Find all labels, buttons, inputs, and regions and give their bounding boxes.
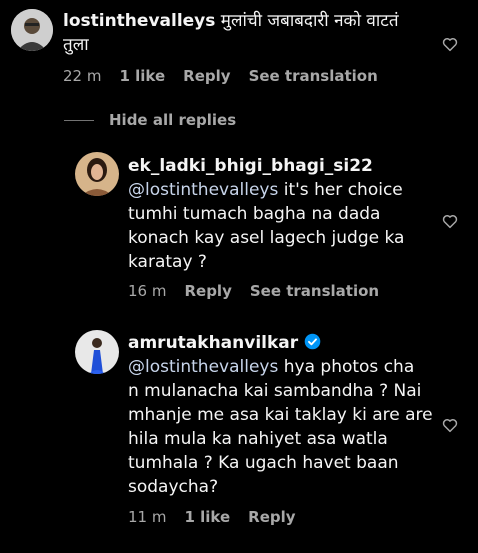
heart-icon[interactable] <box>441 416 459 434</box>
verified-badge-icon <box>304 333 320 350</box>
reply-username[interactable]: ek_ladki_bhigi_bhagi_si22 <box>128 156 373 176</box>
reply-text-line: karatay ? <box>128 252 207 272</box>
reply-time: 16 m <box>128 282 167 300</box>
reply-button[interactable]: Reply <box>248 508 295 526</box>
comment-text-line2: तुला <box>63 35 89 55</box>
replies-divider <box>64 120 94 121</box>
reply-text-line: sodaycha? <box>128 477 219 497</box>
reply-username[interactable]: amrutakhanvilkar <box>128 333 298 353</box>
heart-icon[interactable] <box>441 212 459 230</box>
reply-text-first: hya photos cha <box>278 357 415 377</box>
reply-text-line: mhanje me asa kai taklay ki are are <box>128 405 433 425</box>
reply-time: 11 m <box>128 508 167 526</box>
reply-text-line: tumhi tumach bagha na dada <box>128 204 381 224</box>
reply-text-first: it's her choice <box>278 180 403 200</box>
avatar-image <box>11 9 53 51</box>
reply-button[interactable]: Reply <box>183 67 230 85</box>
reply-mention[interactable]: @lostinthevalleys <box>128 180 278 200</box>
reply-text: amrutakhanvilkar @lostinthevalleys hya p… <box>128 331 448 499</box>
comment-text: lostinthevalleys मुलांची जबाबदारी नको वा… <box>63 9 443 57</box>
reply-avatar[interactable] <box>75 152 119 196</box>
avatar-image <box>75 152 119 196</box>
hide-replies-button[interactable]: Hide all replies <box>109 111 236 129</box>
reply-text-line: hila mula ka nahiyet asa watla <box>128 429 388 449</box>
reply-text-line: n mulanacha kai sambandha ? Nai <box>128 381 422 401</box>
reply-avatar[interactable] <box>75 330 119 374</box>
comment-meta: 22 m 1 like Reply See translation <box>63 67 378 85</box>
see-translation-button[interactable]: See translation <box>250 282 379 300</box>
avatar-image <box>75 330 119 374</box>
reply-button[interactable]: Reply <box>184 282 231 300</box>
comment-time: 22 m <box>63 67 102 85</box>
comment-text-inline: मुलांची जबाबदारी नको वाटतं <box>220 11 399 31</box>
reply-text-line: konach kay asel lagech judge ka <box>128 228 405 248</box>
reply-likes[interactable]: 1 like <box>184 508 230 526</box>
reply-text-line: tumhala ? Ka ugach havet baan <box>128 453 399 473</box>
reply-meta: 11 m 1 like Reply <box>128 508 296 526</box>
reply-text: ek_ladki_bhigi_bhagi_si22 @lostinthevall… <box>128 154 438 274</box>
comment-username[interactable]: lostinthevalleys <box>63 11 215 31</box>
see-translation-button[interactable]: See translation <box>249 67 378 85</box>
reply-meta: 16 m Reply See translation <box>128 282 379 300</box>
comment-likes[interactable]: 1 like <box>119 67 165 85</box>
avatar[interactable] <box>11 9 53 51</box>
heart-icon[interactable] <box>441 35 459 53</box>
reply-mention[interactable]: @lostinthevalleys <box>128 357 278 377</box>
